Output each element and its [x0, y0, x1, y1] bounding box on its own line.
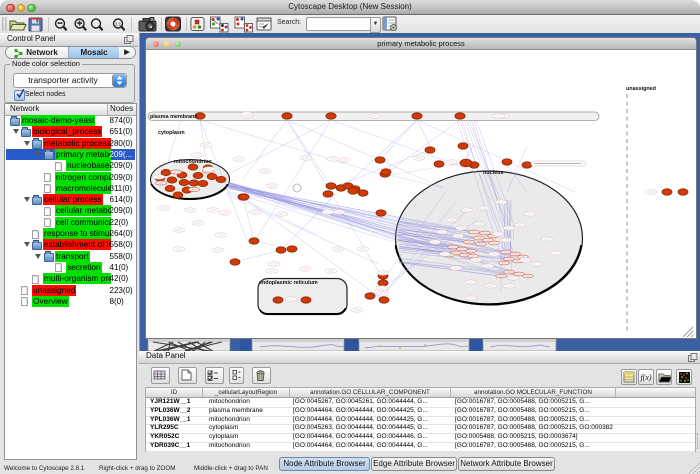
svg-text:unassigned: unassigned [626, 86, 656, 92]
svg-text:plasma membrane: plasma membrane [150, 114, 197, 120]
svg-text:endoplasmic reticulum: endoplasmic reticulum [259, 280, 318, 286]
svg-text:cytoplasm: cytoplasm [158, 130, 185, 136]
svg-text:f(x): f(x) [640, 373, 651, 382]
svg-text:nucleus: nucleus [483, 170, 503, 176]
svg-text:mitochondrion: mitochondrion [174, 159, 212, 165]
svg-text:1:1: 1:1 [115, 22, 122, 27]
